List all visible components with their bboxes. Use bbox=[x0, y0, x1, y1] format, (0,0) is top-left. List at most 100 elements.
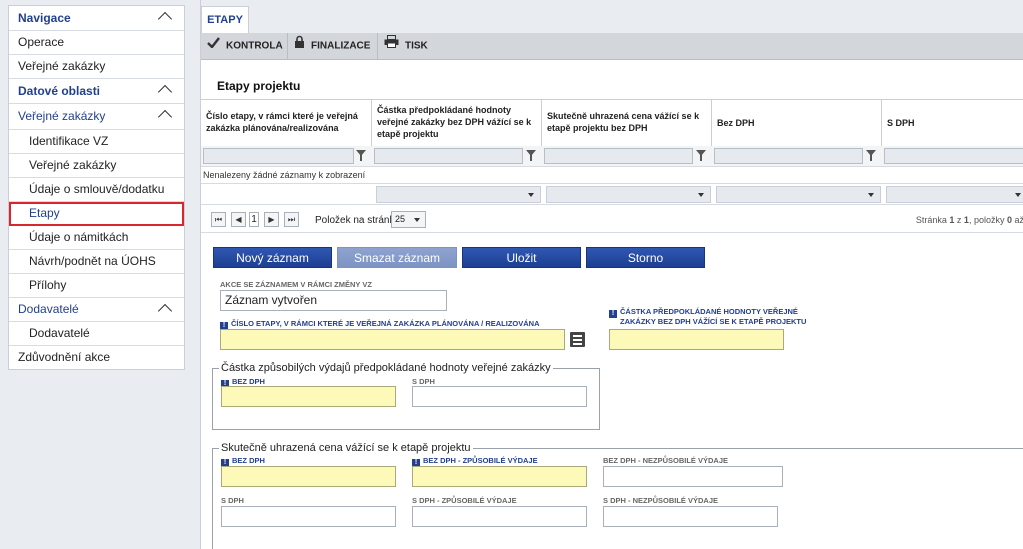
last-page-button[interactable]: ⏭ bbox=[284, 212, 299, 227]
filter-input-castka[interactable] bbox=[374, 148, 523, 164]
box-zpusobile-vydaje-legend: Částka způsobilých výdajů předpokládané … bbox=[221, 362, 551, 374]
page-number-input[interactable]: 1 bbox=[249, 212, 259, 227]
column-header-skutecne-uhrazena[interactable]: Skutečně uhrazená cena vážící se k etapě… bbox=[542, 100, 712, 146]
grid-summary-row bbox=[201, 183, 1023, 205]
sidebar-group-label: Veřejné zakázky bbox=[18, 109, 106, 123]
box2-bez-dph-nezpusobile-label: BEZ DPH - NEZPŮSOBILÉ VÝDAJE bbox=[603, 456, 729, 465]
box2-bez-dph-zpusobile-field[interactable] bbox=[412, 466, 587, 487]
box2-s-dph-field[interactable] bbox=[221, 506, 396, 527]
sidebar-item-label: Přílohy bbox=[29, 278, 67, 292]
main-content: ETAPY KONTROLA FINALIZACE TISK Etapy pro… bbox=[200, 0, 1023, 549]
sidebar-item-verejne-zakazky-sub[interactable]: Veřejné zakázky bbox=[9, 154, 184, 178]
grid-filter-row bbox=[201, 146, 1023, 167]
filter-input-bez-dph[interactable] bbox=[714, 148, 863, 164]
save-button[interactable]: Uložit bbox=[462, 247, 581, 268]
pager-info: Stránka 1 z 1, položky 0 až bbox=[916, 215, 1023, 225]
chevron-up-icon[interactable] bbox=[157, 109, 173, 125]
sidebar-group-label: Dodavatelé bbox=[18, 302, 79, 316]
sidebar-item-udaje-namitkach[interactable]: Údaje o námitkách bbox=[9, 226, 184, 250]
box2-s-dph-nezpusobile-field[interactable] bbox=[603, 506, 778, 527]
filter-icon[interactable] bbox=[696, 150, 706, 161]
sidebar-item-udaje-smlouve[interactable]: Údaje o smlouvě/dodatku bbox=[9, 178, 184, 202]
sidebar: Navigace Operace Veřejné zakázky Datové … bbox=[8, 5, 185, 370]
filter-icon[interactable] bbox=[526, 150, 536, 161]
sidebar-item-label: Návrh/podnět na ÚOHS bbox=[29, 254, 156, 268]
summary-select-castka[interactable] bbox=[376, 186, 541, 203]
kontrola-button[interactable]: KONTROLA bbox=[201, 33, 288, 59]
sidebar-item-prilohy[interactable]: Přílohy bbox=[9, 274, 184, 298]
first-page-button[interactable]: ⏮ bbox=[211, 212, 226, 227]
sidebar-item-label: Údaje o smlouvě/dodatku bbox=[29, 182, 165, 196]
box2-s-dph-zpusobile-field[interactable] bbox=[412, 506, 587, 527]
cancel-button[interactable]: Storno bbox=[586, 247, 705, 268]
filter-input-cislo-etapy[interactable] bbox=[203, 148, 354, 164]
finalizace-label: FINALIZACE bbox=[311, 40, 371, 52]
filter-icon[interactable] bbox=[866, 150, 876, 161]
summary-select-skutecne[interactable] bbox=[546, 186, 711, 203]
per-page-label: Položek na stránku bbox=[315, 215, 401, 226]
pager-info-text: , položky bbox=[968, 215, 1007, 225]
grid-empty-message: Nenalezeny žádné záznamy k zobrazení bbox=[203, 170, 366, 180]
box1-bez-dph-label-text: BEZ DPH bbox=[232, 377, 265, 386]
sidebar-header-navigace[interactable]: Navigace bbox=[9, 6, 184, 31]
pager-info-text: Stránka bbox=[915, 215, 950, 225]
box2-bez-dph-zpusobile-label-text: BEZ DPH - ZPŮSOBILÉ VÝDAJE bbox=[423, 456, 538, 465]
tisk-button[interactable]: TISK bbox=[378, 33, 434, 59]
filter-input-s-dph[interactable] bbox=[884, 148, 1023, 164]
per-page-value: 25 bbox=[395, 214, 406, 224]
sidebar-item-etapy[interactable]: Etapy bbox=[9, 202, 184, 226]
cislo-etapy-field[interactable] bbox=[220, 329, 565, 350]
sidebar-item-zduvodneni-akce[interactable]: Zdůvodnění akce bbox=[9, 346, 184, 369]
sidebar-item-label: Veřejné zakázky bbox=[18, 59, 106, 73]
sidebar-header-label: Navigace bbox=[18, 11, 71, 25]
sidebar-item-dodavatele[interactable]: Dodavatelé bbox=[9, 322, 184, 346]
sidebar-item-label: Etapy bbox=[29, 206, 60, 220]
sidebar-group-verejne-zakazky[interactable]: Veřejné zakázky bbox=[9, 104, 184, 130]
column-header-bez-dph[interactable]: Bez DPH bbox=[712, 100, 882, 146]
per-page-select[interactable]: 25 bbox=[391, 211, 426, 228]
sidebar-item-label: Dodavatelé bbox=[29, 326, 90, 340]
column-header-cislo-etapy[interactable]: Číslo etapy, v rámci které je veřejná za… bbox=[201, 100, 372, 146]
sidebar-item-identifikace-vz[interactable]: Identifikace VZ bbox=[9, 130, 184, 154]
grid-header: Číslo etapy, v rámci které je veřejná za… bbox=[201, 99, 1023, 147]
box2-s-dph-zpusobile-label: S DPH - ZPŮSOBILÉ VÝDAJE bbox=[412, 496, 517, 505]
filter-icon[interactable] bbox=[356, 150, 366, 161]
sidebar-header-datove-oblasti[interactable]: Datové oblasti bbox=[9, 79, 184, 104]
castka-label-line2: ZAKÁZKY BEZ DPH VÁŽÍCÍ SE K ETAPĚ PROJEK… bbox=[620, 317, 807, 326]
next-page-button[interactable]: ▶ bbox=[264, 212, 279, 227]
chevron-up-icon[interactable] bbox=[157, 303, 173, 319]
new-record-button[interactable]: Nový záznam bbox=[213, 247, 332, 268]
sidebar-item-operace[interactable]: Operace bbox=[9, 31, 184, 55]
list-icon[interactable] bbox=[570, 332, 585, 347]
pager: ⏮ ◀ 1 ▶ ⏭ Položek na stránku 25 Stránka … bbox=[201, 208, 1023, 233]
column-header-castka[interactable]: Částka předpokládané hodnoty veřejné zak… bbox=[372, 100, 542, 146]
chevron-up-icon[interactable] bbox=[157, 84, 173, 100]
castka-label-line1: ČÁSTKA PŘEDPOKLÁDANÉ HODNOTY VEŘEJNÉ bbox=[620, 307, 798, 316]
box1-s-dph-field[interactable] bbox=[412, 386, 587, 407]
filter-input-skutecne[interactable] bbox=[544, 148, 693, 164]
sidebar-item-label: Operace bbox=[18, 35, 65, 49]
box2-bez-dph-nezpusobile-field[interactable] bbox=[603, 466, 783, 487]
akce-field[interactable]: Záznam vytvořen bbox=[220, 290, 447, 311]
box2-bez-dph-label-text: BEZ DPH bbox=[232, 456, 265, 465]
summary-select-s-dph[interactable] bbox=[886, 186, 1023, 203]
box2-s-dph-label: S DPH bbox=[221, 496, 244, 505]
box1-bez-dph-field[interactable] bbox=[221, 386, 396, 407]
column-header-s-dph[interactable]: S DPH bbox=[882, 100, 1023, 146]
sidebar-item-label: Zdůvodnění akce bbox=[18, 350, 111, 364]
chevron-up-icon[interactable] bbox=[157, 11, 173, 27]
sidebar-item-label: Údaje o námitkách bbox=[29, 230, 129, 244]
delete-record-button[interactable]: Smazat záznam bbox=[337, 247, 457, 268]
sidebar-group-dodavatele[interactable]: Dodavatelé bbox=[9, 298, 184, 322]
prev-page-button[interactable]: ◀ bbox=[231, 212, 246, 227]
tab-etapy[interactable]: ETAPY bbox=[201, 6, 249, 34]
lock-icon bbox=[294, 33, 305, 59]
sidebar-item-verejne-zakazky[interactable]: Veřejné zakázky bbox=[9, 55, 184, 79]
kontrola-label: KONTROLA bbox=[226, 40, 283, 52]
castka-label: ! ČÁSTKA PŘEDPOKLÁDANÉ HODNOTY VEŘEJNÉ ZAK… bbox=[609, 308, 806, 326]
box2-bez-dph-field[interactable] bbox=[221, 466, 396, 487]
summary-select-bez-dph[interactable] bbox=[716, 186, 881, 203]
castka-field[interactable] bbox=[609, 329, 784, 350]
finalizace-button[interactable]: FINALIZACE bbox=[288, 33, 378, 59]
sidebar-item-navrh-podnet[interactable]: Návrh/podnět na ÚOHS bbox=[9, 250, 184, 274]
